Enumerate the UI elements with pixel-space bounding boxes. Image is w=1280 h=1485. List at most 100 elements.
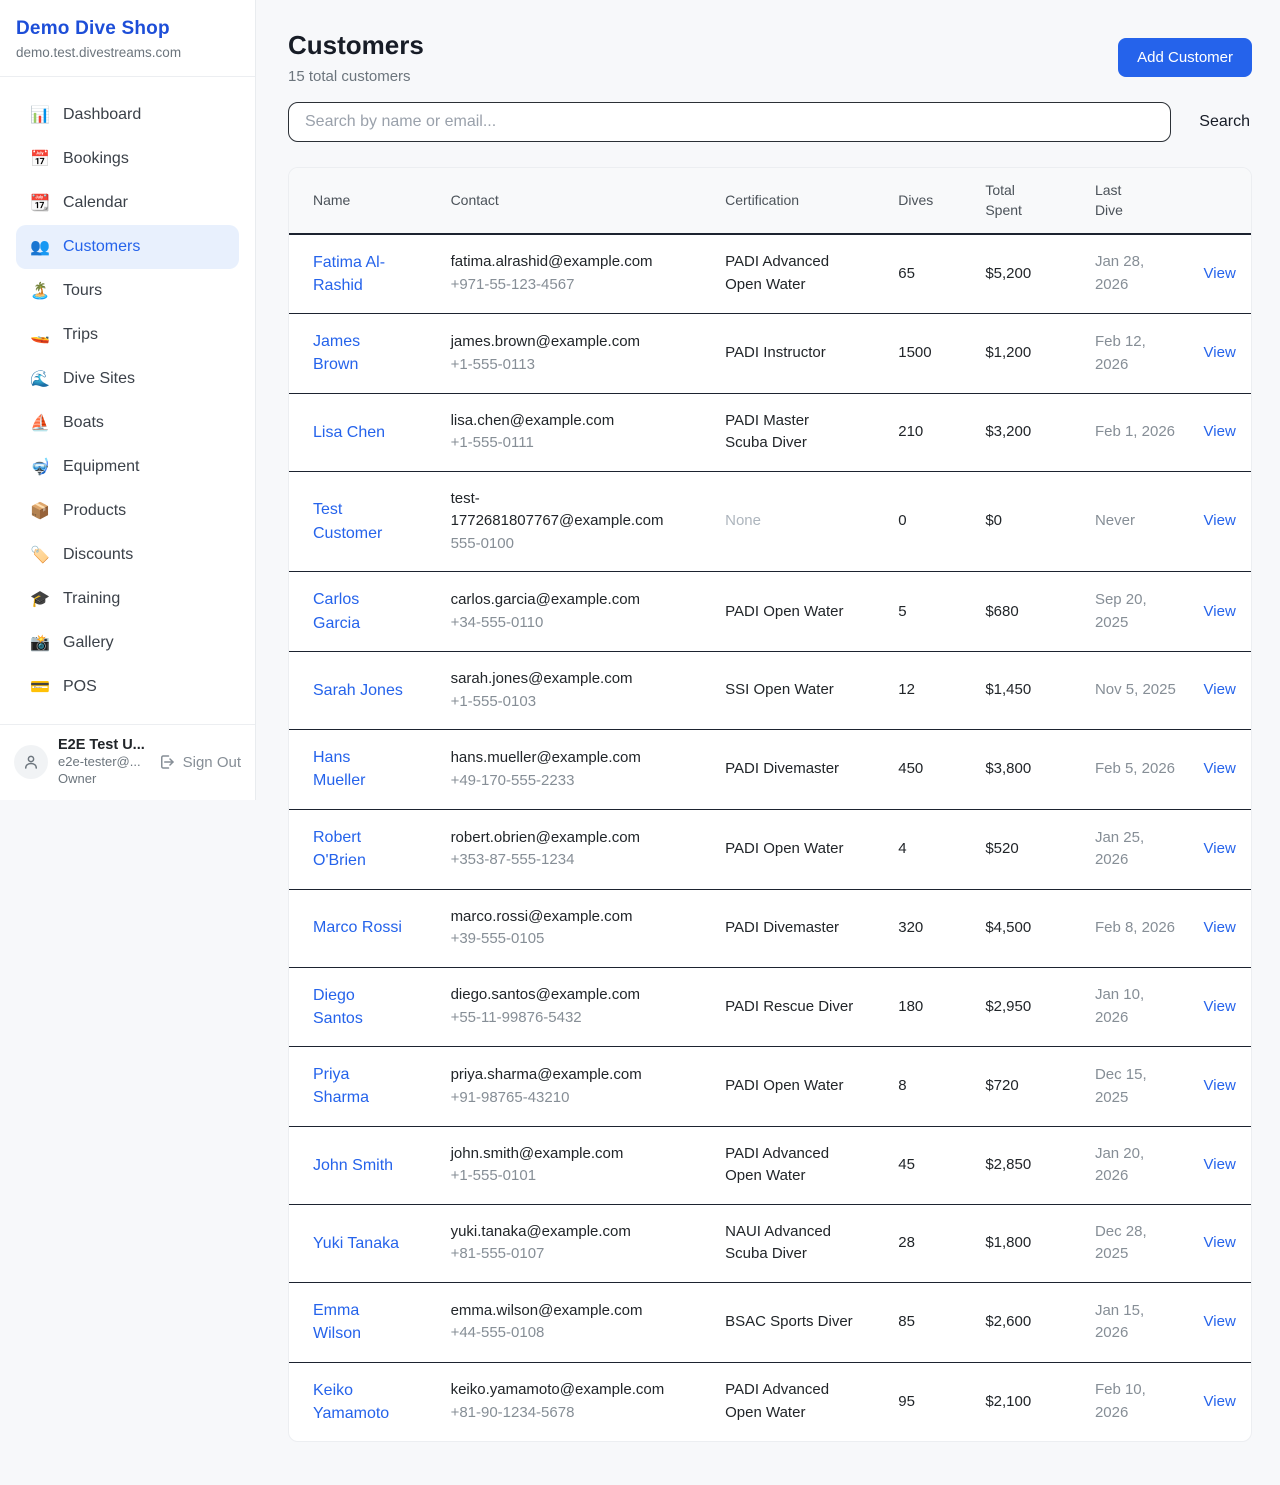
customer-total-spent: $0 xyxy=(973,471,1083,572)
bookings-icon: 📅 xyxy=(30,149,50,169)
customer-dives: 210 xyxy=(886,393,973,471)
customer-dives: 180 xyxy=(886,967,973,1047)
customer-email: keiko.yamamoto@example.com xyxy=(451,1379,690,1402)
customer-total-spent: $2,600 xyxy=(973,1282,1083,1362)
customer-name-link[interactable]: Fatima Al-Rashid xyxy=(313,251,405,297)
view-link[interactable]: View xyxy=(1204,344,1236,361)
sidebar: Demo Dive Shop demo.test.divestreams.com… xyxy=(0,0,256,800)
table-row: Sarah Jones sarah.jones@example.com +1-5… xyxy=(289,652,1251,730)
customer-name-link[interactable]: John Smith xyxy=(313,1154,393,1177)
customer-certification: NAUI Advanced Scuba Diver xyxy=(725,1223,831,1263)
table-row: John Smith john.smith@example.com +1-555… xyxy=(289,1126,1251,1204)
sidebar-item-gallery[interactable]: 📸 Gallery xyxy=(16,621,239,665)
customer-name-link[interactable]: Emma Wilson xyxy=(313,1299,405,1345)
view-link[interactable]: View xyxy=(1204,265,1236,282)
customer-certification: PADI Advanced Open Water xyxy=(725,253,829,293)
sidebar-item-discounts[interactable]: 🏷️ Discounts xyxy=(16,533,239,577)
customer-email: yuki.tanaka@example.com xyxy=(451,1221,690,1244)
customer-name-link[interactable]: Yuki Tanaka xyxy=(313,1232,399,1255)
customer-name-link[interactable]: Test Customer xyxy=(313,498,405,544)
sign-out-button[interactable]: Sign Out xyxy=(158,753,241,771)
customer-last-dive: Feb 10, 2026 xyxy=(1083,1362,1192,1441)
customer-phone: +1-555-0101 xyxy=(451,1165,690,1188)
customer-dives: 12 xyxy=(886,652,973,730)
customer-name-link[interactable]: James Brown xyxy=(313,330,405,376)
sidebar-item-equipment[interactable]: 🤿 Equipment xyxy=(16,445,239,489)
view-link[interactable]: View xyxy=(1204,998,1236,1015)
gallery-icon: 📸 xyxy=(30,633,50,653)
customer-name-link[interactable]: Sarah Jones xyxy=(313,679,403,702)
user-role: Owner xyxy=(58,770,148,788)
view-link[interactable]: View xyxy=(1204,760,1236,777)
customer-name-link[interactable]: Marco Rossi xyxy=(313,916,402,939)
view-link[interactable]: View xyxy=(1204,1077,1236,1094)
sidebar-item-boats[interactable]: ⛵ Boats xyxy=(16,401,239,445)
view-link[interactable]: View xyxy=(1204,423,1236,440)
sidebar-item-trips[interactable]: 🚤 Trips xyxy=(16,313,239,357)
customer-name-link[interactable]: Hans Mueller xyxy=(313,746,405,792)
sidebar-item-products[interactable]: 📦 Products xyxy=(16,489,239,533)
customer-dives: 4 xyxy=(886,809,973,889)
table-row: Robert O'Brien robert.obrien@example.com… xyxy=(289,809,1251,889)
main-content: Customers 15 total customers Add Custome… xyxy=(256,0,1280,1442)
customer-email: hans.mueller@example.com xyxy=(451,747,690,770)
table-row: Lisa Chen lisa.chen@example.com +1-555-0… xyxy=(289,393,1251,471)
customer-phone: +1-555-0111 xyxy=(451,432,690,455)
view-link[interactable]: View xyxy=(1204,512,1236,529)
sidebar-item-pos[interactable]: 💳 POS xyxy=(16,665,239,709)
customer-certification: SSI Open Water xyxy=(725,681,834,698)
customer-name-link[interactable]: Carlos Garcia xyxy=(313,588,405,634)
sidebar-item-customers[interactable]: 👥 Customers xyxy=(16,225,239,269)
user-footer: E2E Test U... e2e-tester@... Owner Sign … xyxy=(0,724,255,800)
table-row: Keiko Yamamoto keiko.yamamoto@example.co… xyxy=(289,1362,1251,1441)
view-link[interactable]: View xyxy=(1204,681,1236,698)
view-link[interactable]: View xyxy=(1204,919,1236,936)
search-button[interactable]: Search xyxy=(1197,109,1252,135)
view-link[interactable]: View xyxy=(1204,1393,1236,1410)
customer-total-spent: $2,100 xyxy=(973,1362,1083,1441)
customer-name-link[interactable]: Diego Santos xyxy=(313,984,405,1030)
customer-certification: PADI Open Water xyxy=(725,1077,843,1094)
sidebar-item-bookings[interactable]: 📅 Bookings xyxy=(16,137,239,181)
view-link[interactable]: View xyxy=(1204,603,1236,620)
trips-icon: 🚤 xyxy=(30,325,50,345)
table-row: Yuki Tanaka yuki.tanaka@example.com +81-… xyxy=(289,1204,1251,1282)
view-link[interactable]: View xyxy=(1204,1313,1236,1330)
customer-email: emma.wilson@example.com xyxy=(451,1300,690,1323)
customer-last-dive: Dec 15, 2025 xyxy=(1083,1047,1192,1127)
sidebar-item-training[interactable]: 🎓 Training xyxy=(16,577,239,621)
column-header-actions xyxy=(1192,168,1251,234)
table-row: Fatima Al-Rashid fatima.alrashid@example… xyxy=(289,234,1251,314)
sidebar-item-tours[interactable]: 🏝️ Tours xyxy=(16,269,239,313)
page-header: Customers 15 total customers Add Custome… xyxy=(288,30,1252,85)
sidebar-item-calendar[interactable]: 📆 Calendar xyxy=(16,181,239,225)
customers-table-card: Name Contact Certification Dives Total S… xyxy=(288,167,1252,1442)
customer-certification: None xyxy=(725,512,761,529)
sidebar-item-dive-sites[interactable]: 🌊 Dive Sites xyxy=(16,357,239,401)
customer-total-spent: $4,500 xyxy=(973,889,1083,967)
column-header-name: Name xyxy=(289,168,439,234)
customer-certification: PADI Open Water xyxy=(725,603,843,620)
search-input[interactable] xyxy=(288,102,1171,142)
customer-phone: +39-555-0105 xyxy=(451,928,690,951)
sidebar-item-dashboard[interactable]: 📊 Dashboard xyxy=(16,93,239,137)
view-link[interactable]: View xyxy=(1204,840,1236,857)
customer-total-spent: $1,200 xyxy=(973,314,1083,394)
view-link[interactable]: View xyxy=(1204,1156,1236,1173)
table-row: Test Customer test-1772681807767@example… xyxy=(289,471,1251,572)
customer-dives: 95 xyxy=(886,1362,973,1441)
customer-name-link[interactable]: Lisa Chen xyxy=(313,421,385,444)
view-link[interactable]: View xyxy=(1204,1234,1236,1251)
customer-phone: +44-555-0108 xyxy=(451,1322,690,1345)
customer-name-link[interactable]: Priya Sharma xyxy=(313,1063,405,1109)
customer-name-link[interactable]: Keiko Yamamoto xyxy=(313,1379,405,1425)
dashboard-icon: 📊 xyxy=(30,105,50,125)
customer-dives: 8 xyxy=(886,1047,973,1127)
table-row: Carlos Garcia carlos.garcia@example.com … xyxy=(289,572,1251,652)
column-header-certification: Certification xyxy=(713,168,886,234)
user-email: e2e-tester@... xyxy=(58,753,148,771)
column-header-contact: Contact xyxy=(439,168,714,234)
customer-name-link[interactable]: Robert O'Brien xyxy=(313,826,405,872)
add-customer-button[interactable]: Add Customer xyxy=(1118,38,1252,77)
customer-last-dive: Jan 28, 2026 xyxy=(1083,234,1192,314)
